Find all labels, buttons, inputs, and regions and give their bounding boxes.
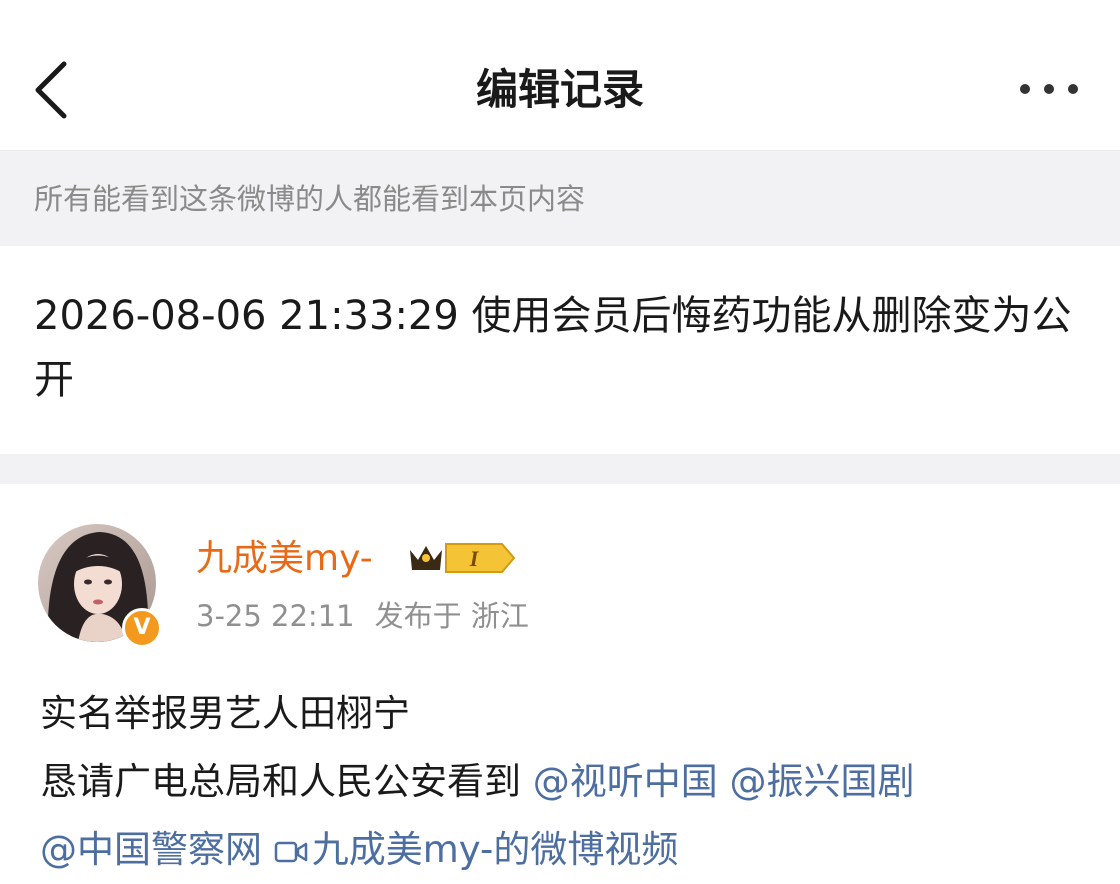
section-divider (0, 454, 1120, 484)
post-username[interactable]: 九成美my- (196, 534, 373, 584)
post-content: 实名举报男艺人田栩宁 恳请广电总局和人民公安看到 @视听中国 @振兴国剧 @中国… (40, 680, 1100, 884)
edit-record-text: 2026-08-06 21:33:29 使用会员后悔药功能从删除变为公开 (34, 293, 1072, 403)
post-meta: 3-25 22:11 发布于 浙江 (196, 596, 529, 636)
top-nav-bar: 编辑记录 (0, 0, 1120, 150)
member-badge-level: I (469, 546, 480, 571)
more-button[interactable] (1018, 76, 1080, 102)
mention-link[interactable]: @中国警察网 (40, 828, 262, 871)
video-link-label: 九成美my-的微博视频 (311, 828, 679, 871)
post-text: 恳请广电总局和人民公安看到 (40, 760, 533, 803)
post-line: @中国警察网 九成美my-的微博视频 (40, 816, 1100, 884)
more-dots-icon (1020, 84, 1078, 94)
visibility-notice-text: 所有能看到这条微博的人都能看到本页内容 (34, 182, 586, 216)
page-title: 编辑记录 (475, 65, 644, 114)
weibo-post-card: V 九成美my- I 3-25 22:11 发布于 浙江 实名举报男艺人田栩宁 恳… (0, 484, 1120, 884)
mention-link[interactable]: @振兴国剧 (730, 760, 915, 803)
post-location: 发布于 浙江 (374, 599, 529, 633)
post-line: 恳请广电总局和人民公安看到 @视听中国 @振兴国剧 (40, 748, 1100, 816)
mention-link[interactable]: @视听中国 (533, 760, 718, 803)
post-time: 3-25 22:11 (196, 599, 355, 633)
post-line: 实名举报男艺人田栩宁 (40, 692, 410, 735)
verified-badge-icon: V (122, 608, 162, 648)
video-icon (274, 841, 308, 862)
edit-record-item: 2026-08-06 21:33:29 使用会员后悔药功能从删除变为公开 (0, 246, 1120, 454)
video-link[interactable]: 九成美my-的微博视频 (274, 828, 679, 871)
member-badge-icon: I (406, 538, 518, 578)
visibility-notice-bar: 所有能看到这条微博的人都能看到本页内容 (0, 150, 1120, 246)
